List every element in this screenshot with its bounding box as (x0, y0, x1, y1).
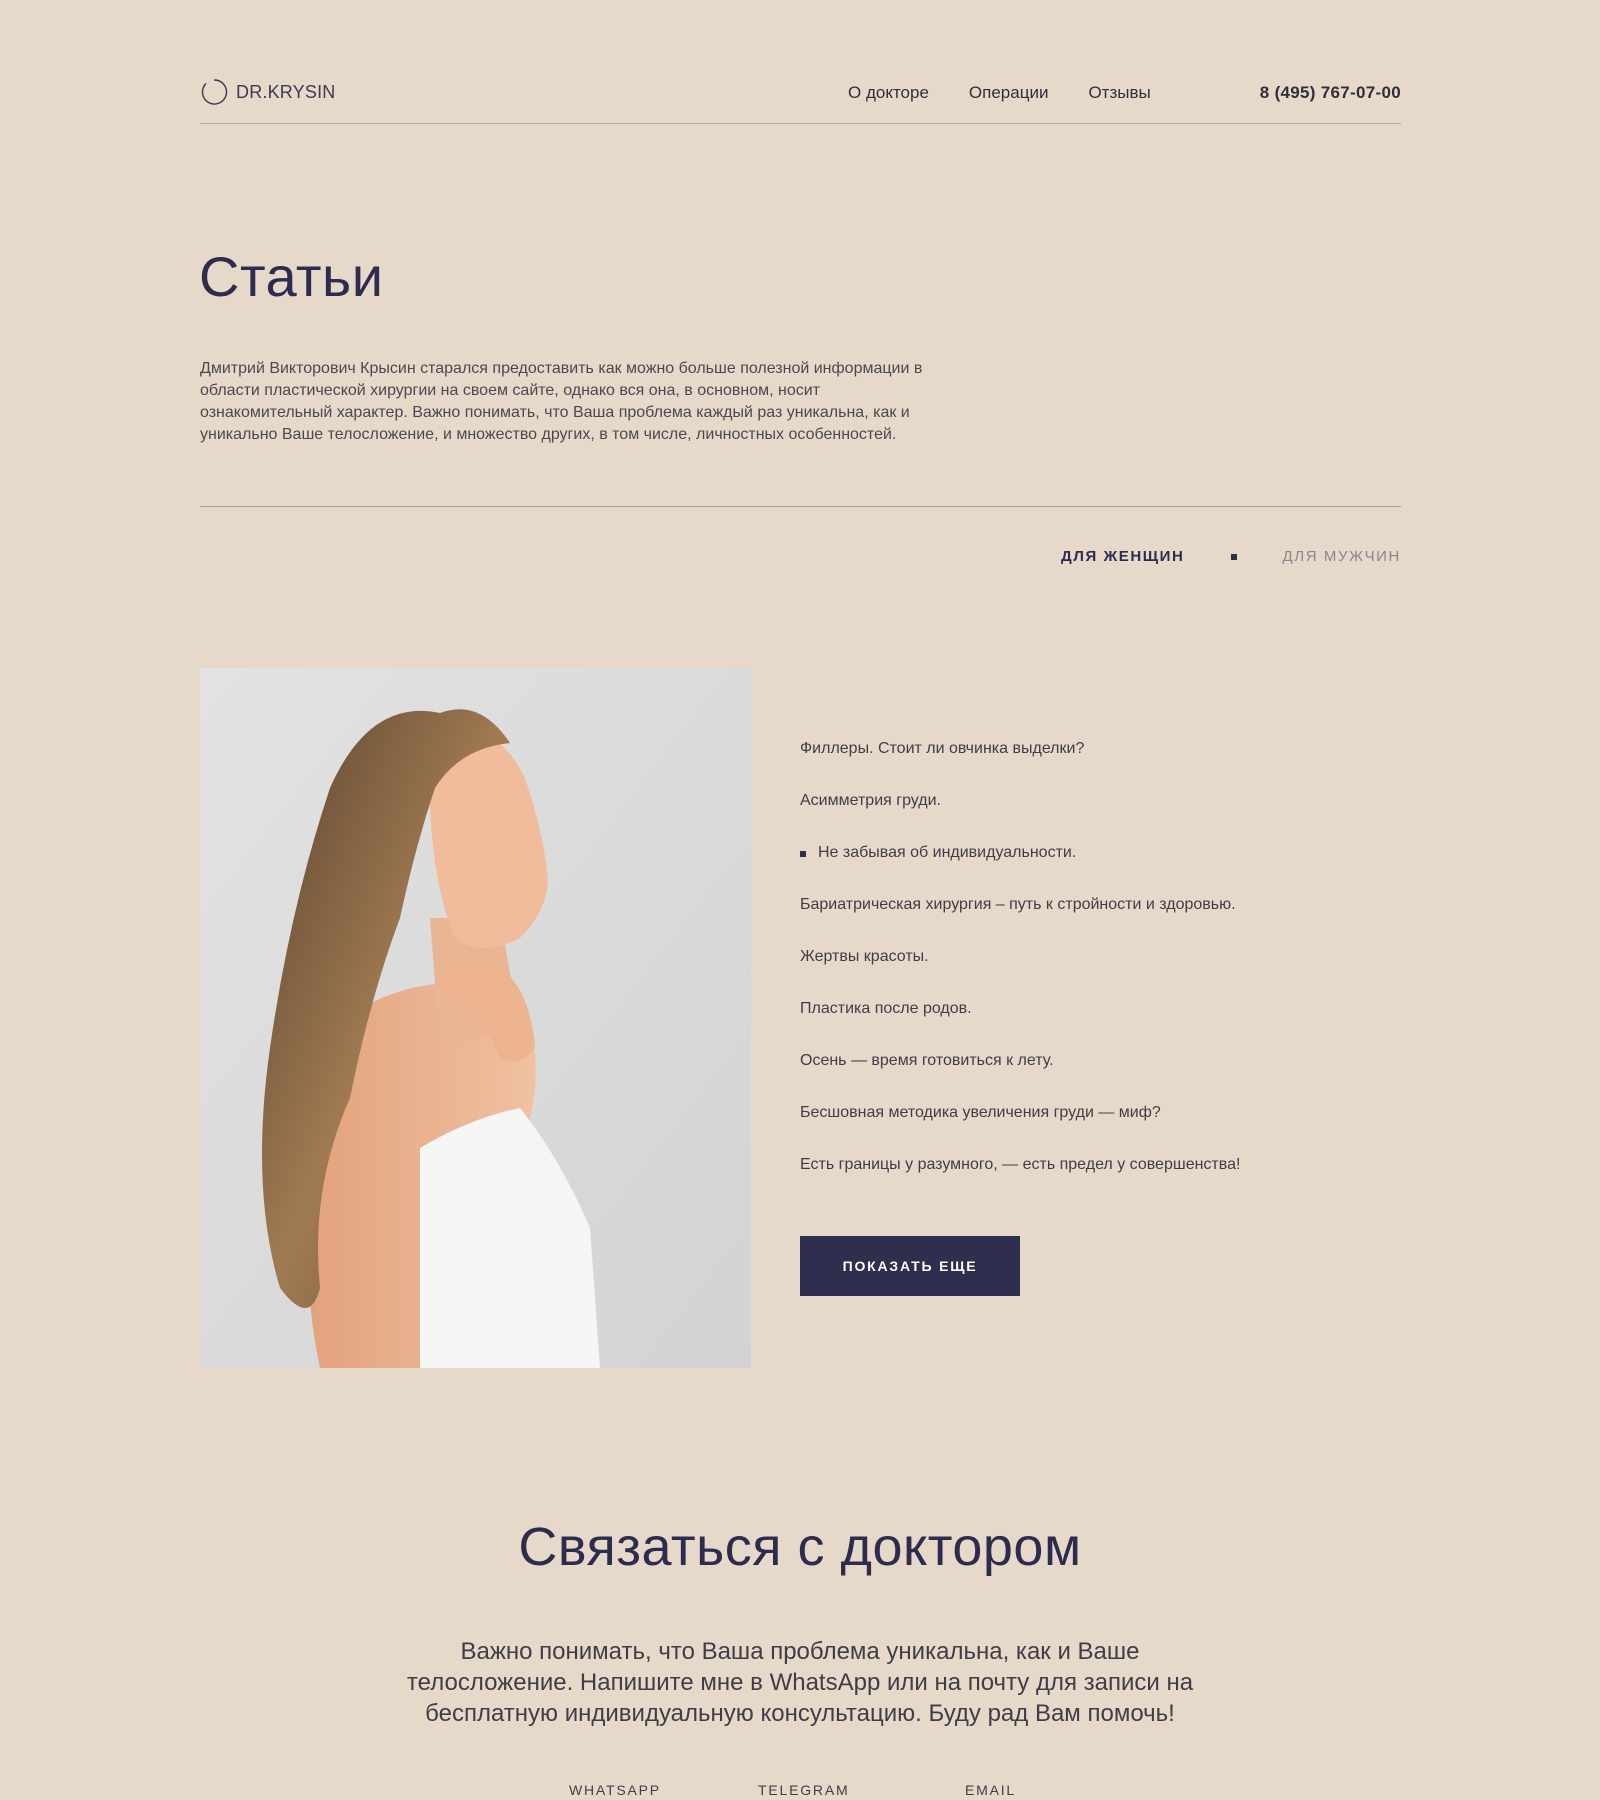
gender-filter: ДЛЯ ЖЕНЩИН ДЛЯ МУЖЧИН (1061, 548, 1401, 565)
telegram-link[interactable]: TELEGRAM (758, 1782, 849, 1798)
active-bullet-icon (800, 851, 806, 857)
nav-reviews[interactable]: Отзывы (1088, 83, 1150, 103)
page: DR.KRYSIN О докторе Операции Отзывы 8 (4… (0, 0, 1600, 1800)
article-photo (200, 668, 751, 1368)
article-title[interactable]: Осень — время готовиться к лету. (800, 1052, 1054, 1070)
article-item[interactable]: Бесшовная методика увеличения груди — ми… (800, 1104, 1400, 1156)
phone-number[interactable]: 8 (495) 767-07-00 (1260, 83, 1401, 103)
whatsapp-link[interactable]: WHATSAPP (569, 1782, 661, 1798)
article-title[interactable]: Не забывая об индивидуальности. (818, 844, 1076, 862)
article-item[interactable]: Филлеры. Стоит ли овчинка выделки? (800, 740, 1400, 792)
woman-portrait-image (200, 668, 751, 1368)
article-title[interactable]: Бариатрическая хирургия – путь к стройно… (800, 896, 1236, 914)
contact-text: Важно понимать, что Ваша проблема уникал… (406, 1638, 1194, 1727)
article-title[interactable]: Филлеры. Стоит ли овчинка выделки? (800, 740, 1084, 758)
article-title[interactable]: Пластика после родов. (800, 1000, 972, 1018)
intro-text: Дмитрий Викторович Крысин старался предо… (200, 360, 923, 443)
article-item[interactable]: Есть границы у разумного, — есть предел … (800, 1156, 1400, 1208)
email-link[interactable]: EMAIL (965, 1782, 1016, 1798)
article-title[interactable]: Асимметрия груди. (800, 792, 941, 810)
logo-circle-icon (201, 79, 228, 105)
article-title[interactable]: Бесшовная методика увеличения груди — ми… (800, 1104, 1161, 1122)
article-item-active[interactable]: Не забывая об индивидуальности. (800, 844, 1400, 896)
site-header: DR.KRYSIN О докторе Операции Отзывы 8 (4… (200, 76, 1401, 124)
filter-women-tab[interactable]: ДЛЯ ЖЕНЩИН (1061, 548, 1184, 565)
article-title[interactable]: Есть границы у разумного, — есть предел … (800, 1156, 1240, 1174)
article-item[interactable]: Жертвы красоты. (800, 948, 1400, 1000)
article-item[interactable]: Бариатрическая хирургия – путь к стройно… (800, 896, 1400, 948)
page-title: Статьи (199, 245, 384, 308)
show-more-button[interactable]: ПОКАЗАТЬ ЕЩЕ (800, 1236, 1020, 1296)
article-item[interactable]: Асимметрия груди. (800, 792, 1400, 844)
filter-men-tab[interactable]: ДЛЯ МУЖЧИН (1283, 548, 1402, 565)
nav-operations[interactable]: Операции (969, 83, 1049, 103)
section-divider (200, 506, 1401, 507)
logo[interactable]: DR.KRYSIN (200, 78, 336, 106)
article-list: Филлеры. Стоит ли овчинка выделки? Асимм… (800, 740, 1400, 1208)
nav-about-doctor[interactable]: О докторе (848, 83, 929, 103)
filter-separator-dot (1230, 553, 1237, 560)
contact-title: Связаться с доктором (518, 1517, 1082, 1577)
article-item[interactable]: Осень — время готовиться к лету. (800, 1052, 1400, 1104)
main-nav: О докторе Операции Отзывы (848, 83, 1191, 103)
logo-text: DR.KRYSIN (236, 81, 336, 102)
article-title[interactable]: Жертвы красоты. (800, 948, 929, 966)
article-item[interactable]: Пластика после родов. (800, 1000, 1400, 1052)
contact-links: WHATSAPP TELEGRAM EMAIL (0, 1782, 1600, 1800)
